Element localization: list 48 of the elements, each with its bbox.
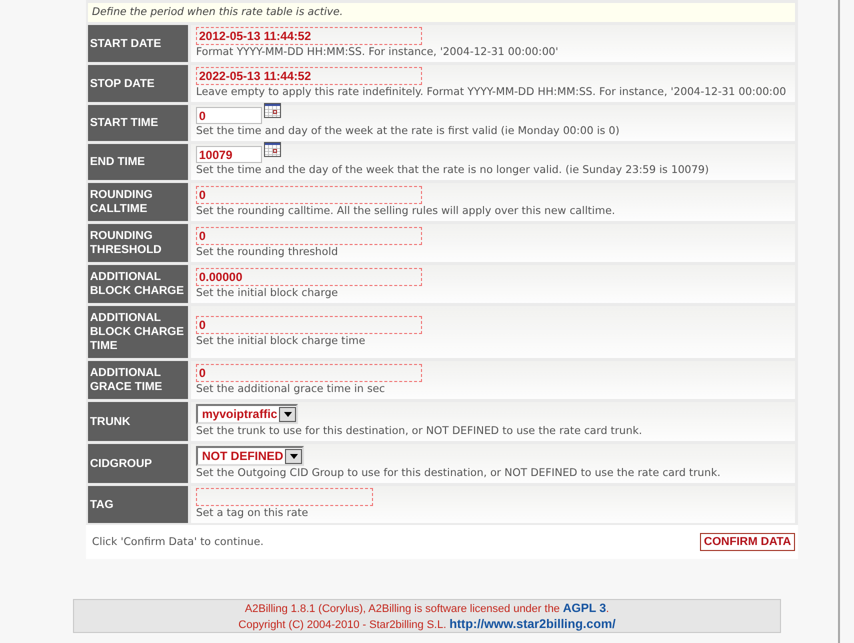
instruction-text: Click 'Confirm Data' to continue. bbox=[92, 536, 264, 548]
field-label: START TIME bbox=[88, 105, 188, 141]
field-label: CIDGROUP bbox=[88, 444, 188, 483]
field-label: ROUNDING THRESHOLD bbox=[88, 224, 188, 262]
field-label: TRUNK bbox=[88, 402, 188, 441]
input-field[interactable]: 0.00000 bbox=[196, 268, 422, 286]
dropdown[interactable]: myvoiptraffic bbox=[196, 404, 298, 424]
field-description: Set the initial block charge bbox=[196, 286, 339, 300]
input-field[interactable]: 2012-05-13 11:44:52 bbox=[196, 27, 422, 45]
calendar-icon[interactable] bbox=[264, 142, 281, 157]
field-label: ADDITIONAL BLOCK CHARGE TIME bbox=[88, 306, 188, 358]
license-text: A2Billing 1.8.1 (Corylus), A2Billing is software licensed under the bbox=[244, 603, 560, 615]
field-description: Set the rounding calltime. All the selling rules will apply over this new calltime. bbox=[196, 204, 616, 218]
input-field[interactable]: 0 bbox=[196, 226, 422, 244]
field-description: Leave empty to apply this rate indefinitely. Format YYYY-MM-DD HH:MM:SS. For instance, '2004-12-31 00:00:00 bbox=[196, 86, 788, 99]
field-label: START DATE bbox=[88, 25, 188, 62]
field-description: Set the trunk to use for this destination, or NOT DEFINED to use the rate card trunk. bbox=[196, 425, 644, 438]
field-description: Set the rounding threshold bbox=[196, 246, 339, 258]
copyright-text: Copyright (C) 2004-2010 - Star2billing S.L. bbox=[238, 619, 446, 631]
field-label: TAG bbox=[88, 486, 188, 523]
input-field[interactable]: 2022-05-13 11:44:52 bbox=[196, 67, 422, 85]
input-field[interactable] bbox=[196, 488, 373, 506]
dropdown[interactable]: NOT DEFINED bbox=[196, 446, 304, 466]
period-text: . bbox=[606, 603, 610, 615]
field-label: END TIME bbox=[88, 144, 188, 180]
field-description: Format YYYY-MM-DD HH:MM:SS. For instance, '2004-12-31 00:00:00' bbox=[196, 46, 560, 59]
input-field[interactable]: 10079 bbox=[196, 146, 262, 163]
field-label: ADDITIONAL GRACE TIME bbox=[88, 361, 188, 399]
confirm-button[interactable]: CONFIRM DATA bbox=[700, 533, 795, 551]
field-label: STOP DATE bbox=[88, 65, 188, 102]
field-description: Set a tag on this rate bbox=[196, 507, 310, 520]
caret-icon bbox=[284, 412, 292, 416]
website-link[interactable]: http://www.star2billing.com/ bbox=[449, 617, 616, 631]
field-label: ADDITIONAL BLOCK CHARGE bbox=[88, 265, 188, 303]
caret-icon bbox=[290, 454, 298, 458]
field-description: Set the time and the day of the week that the rate is no longer valid. (ie Sunday 23:59 is 10079) bbox=[196, 164, 710, 177]
field-description: Set the Outgoing CID Group to use for this destination, or NOT DEFINED to use the rate card trunk. bbox=[196, 467, 722, 480]
field-description: Set the initial block charge time bbox=[196, 334, 366, 348]
hint-text: Define the period when this rate table is active. bbox=[88, 3, 795, 22]
field-description: Set the time and day of the week at the rate is first valid (ie Monday 00:00 is 0) bbox=[196, 125, 621, 138]
field-description: Set the additional grace time in sec bbox=[196, 382, 386, 396]
input-field[interactable]: 0 bbox=[196, 186, 422, 204]
input-field[interactable]: 0 bbox=[196, 316, 422, 334]
license-link[interactable]: AGPL 3 bbox=[562, 601, 606, 615]
input-field[interactable]: 0 bbox=[196, 364, 422, 382]
input-field[interactable]: 0 bbox=[196, 107, 262, 124]
calendar-icon[interactable] bbox=[264, 103, 281, 118]
field-label: ROUNDING CALLTIME bbox=[88, 183, 188, 221]
